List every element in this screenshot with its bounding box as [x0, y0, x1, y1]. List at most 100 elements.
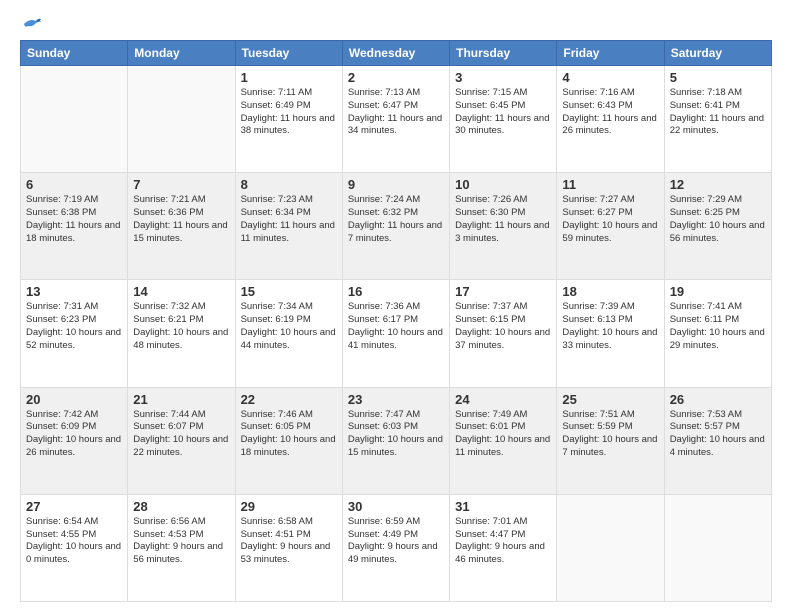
weekday-header-thursday: Thursday [450, 41, 557, 66]
calendar-cell: 16Sunrise: 7:36 AM Sunset: 6:17 PM Dayli… [342, 280, 449, 387]
week-row-3: 20 Sunrise: 7:42 AM Sunset: 6:09 PM Dayli… [21, 387, 772, 494]
day-info: Sunrise: 7:44 AM Sunset: 6:07 PM Dayligh… [133, 409, 229, 460]
logo-bird-icon [22, 16, 42, 32]
day-number: 27 [26, 499, 122, 514]
week-row-4: 27 Sunrise: 6:54 AM Sunset: 4:55 PM Dayli… [21, 494, 772, 601]
calendar-cell: 27 Sunrise: 6:54 AM Sunset: 4:55 PM Dayli… [21, 494, 128, 601]
calendar-cell: 13 Sunrise: 7:31 AM Sunset: 6:23 PM Dayli… [21, 280, 128, 387]
day-number: 7 [133, 177, 229, 192]
week-row-1: 6 Sunrise: 7:19 AM Sunset: 6:38 PM Daylig… [21, 173, 772, 280]
day-info: Sunrise: 6:56 AM Sunset: 4:53 PM Dayligh… [133, 516, 229, 567]
day-number: 29 [241, 499, 337, 514]
day-info: Sunrise: 7:39 AM Sunset: 6:13 PM Dayligh… [562, 301, 658, 352]
day-number: 28 [133, 499, 229, 514]
calendar-cell: 26Sunrise: 7:53 AM Sunset: 5:57 PM Dayli… [664, 387, 771, 494]
weekday-header-saturday: Saturday [664, 41, 771, 66]
day-info: Sunrise: 7:32 AM Sunset: 6:21 PM Dayligh… [133, 301, 229, 352]
day-info: Sunrise: 7:13 AM Sunset: 6:47 PM Dayligh… [348, 87, 444, 138]
weekday-header-sunday: Sunday [21, 41, 128, 66]
header [20, 16, 772, 32]
day-number: 22 [241, 392, 337, 407]
day-info: Sunrise: 6:54 AM Sunset: 4:55 PM Dayligh… [26, 516, 122, 567]
day-info: Sunrise: 7:16 AM Sunset: 6:43 PM Dayligh… [562, 87, 658, 138]
calendar-cell: 7Sunrise: 7:21 AM Sunset: 6:36 PM Daylig… [128, 173, 235, 280]
day-info: Sunrise: 7:15 AM Sunset: 6:45 PM Dayligh… [455, 87, 551, 138]
calendar-cell: 2 Sunrise: 7:13 AM Sunset: 6:47 PM Daylig… [342, 66, 449, 173]
calendar-cell: 29 Sunrise: 6:58 AM Sunset: 4:51 PM Dayli… [235, 494, 342, 601]
day-info: Sunrise: 7:26 AM Sunset: 6:30 PM Dayligh… [455, 194, 551, 245]
calendar-cell: 15 Sunrise: 7:34 AM Sunset: 6:19 PM Dayli… [235, 280, 342, 387]
calendar-cell: 19 Sunrise: 7:41 AM Sunset: 6:11 PM Dayli… [664, 280, 771, 387]
calendar-cell: 17Sunrise: 7:37 AM Sunset: 6:15 PM Dayli… [450, 280, 557, 387]
day-number: 20 [26, 392, 122, 407]
day-info: Sunrise: 7:49 AM Sunset: 6:01 PM Dayligh… [455, 409, 551, 460]
day-info: Sunrise: 7:41 AM Sunset: 6:11 PM Dayligh… [670, 301, 766, 352]
day-number: 23 [348, 392, 444, 407]
weekday-header-wednesday: Wednesday [342, 41, 449, 66]
day-number: 21 [133, 392, 229, 407]
calendar-table: SundayMondayTuesdayWednesdayThursdayFrid… [20, 40, 772, 602]
calendar-cell: 31Sunrise: 7:01 AM Sunset: 4:47 PM Dayli… [450, 494, 557, 601]
day-number: 11 [562, 177, 658, 192]
calendar-cell: 9Sunrise: 7:24 AM Sunset: 6:32 PM Daylig… [342, 173, 449, 280]
weekday-header-monday: Monday [128, 41, 235, 66]
day-number: 9 [348, 177, 444, 192]
day-info: Sunrise: 7:42 AM Sunset: 6:09 PM Dayligh… [26, 409, 122, 460]
day-info: Sunrise: 7:46 AM Sunset: 6:05 PM Dayligh… [241, 409, 337, 460]
day-number: 30 [348, 499, 444, 514]
calendar-cell: 8 Sunrise: 7:23 AM Sunset: 6:34 PM Daylig… [235, 173, 342, 280]
day-number: 2 [348, 70, 444, 85]
day-number: 26 [670, 392, 766, 407]
day-info: Sunrise: 7:23 AM Sunset: 6:34 PM Dayligh… [241, 194, 337, 245]
calendar-cell [21, 66, 128, 173]
day-info: Sunrise: 7:19 AM Sunset: 6:38 PM Dayligh… [26, 194, 122, 245]
logo [20, 16, 42, 32]
calendar-cell: 23Sunrise: 7:47 AM Sunset: 6:03 PM Dayli… [342, 387, 449, 494]
day-info: Sunrise: 7:51 AM Sunset: 5:59 PM Dayligh… [562, 409, 658, 460]
calendar-cell: 3 Sunrise: 7:15 AM Sunset: 6:45 PM Daylig… [450, 66, 557, 173]
calendar-cell: 20 Sunrise: 7:42 AM Sunset: 6:09 PM Dayli… [21, 387, 128, 494]
calendar-cell [664, 494, 771, 601]
day-number: 19 [670, 284, 766, 299]
day-number: 31 [455, 499, 551, 514]
calendar-cell: 22 Sunrise: 7:46 AM Sunset: 6:05 PM Dayli… [235, 387, 342, 494]
calendar-cell: 21 Sunrise: 7:44 AM Sunset: 6:07 PM Dayli… [128, 387, 235, 494]
calendar-cell: 1Sunrise: 7:11 AM Sunset: 6:49 PM Daylig… [235, 66, 342, 173]
day-number: 1 [241, 70, 337, 85]
day-number: 13 [26, 284, 122, 299]
day-number: 4 [562, 70, 658, 85]
calendar-cell: 14Sunrise: 7:32 AM Sunset: 6:21 PM Dayli… [128, 280, 235, 387]
day-info: Sunrise: 7:27 AM Sunset: 6:27 PM Dayligh… [562, 194, 658, 245]
calendar-cell: 12 Sunrise: 7:29 AM Sunset: 6:25 PM Dayli… [664, 173, 771, 280]
day-number: 24 [455, 392, 551, 407]
day-number: 8 [241, 177, 337, 192]
day-number: 15 [241, 284, 337, 299]
day-info: Sunrise: 7:34 AM Sunset: 6:19 PM Dayligh… [241, 301, 337, 352]
day-info: Sunrise: 7:29 AM Sunset: 6:25 PM Dayligh… [670, 194, 766, 245]
day-number: 18 [562, 284, 658, 299]
calendar-page: SundayMondayTuesdayWednesdayThursdayFrid… [0, 0, 792, 612]
day-number: 12 [670, 177, 766, 192]
day-info: Sunrise: 7:31 AM Sunset: 6:23 PM Dayligh… [26, 301, 122, 352]
day-number: 3 [455, 70, 551, 85]
day-number: 10 [455, 177, 551, 192]
day-number: 17 [455, 284, 551, 299]
day-info: Sunrise: 7:18 AM Sunset: 6:41 PM Dayligh… [670, 87, 766, 138]
week-row-0: 1Sunrise: 7:11 AM Sunset: 6:49 PM Daylig… [21, 66, 772, 173]
calendar-cell: 30Sunrise: 6:59 AM Sunset: 4:49 PM Dayli… [342, 494, 449, 601]
calendar-cell: 4 Sunrise: 7:16 AM Sunset: 6:43 PM Daylig… [557, 66, 664, 173]
calendar-cell: 10 Sunrise: 7:26 AM Sunset: 6:30 PM Dayli… [450, 173, 557, 280]
weekday-header-friday: Friday [557, 41, 664, 66]
calendar-cell: 11 Sunrise: 7:27 AM Sunset: 6:27 PM Dayli… [557, 173, 664, 280]
calendar-cell: 18 Sunrise: 7:39 AM Sunset: 6:13 PM Dayli… [557, 280, 664, 387]
calendar-cell: 5Sunrise: 7:18 AM Sunset: 6:41 PM Daylig… [664, 66, 771, 173]
calendar-cell: 6 Sunrise: 7:19 AM Sunset: 6:38 PM Daylig… [21, 173, 128, 280]
calendar-cell [557, 494, 664, 601]
calendar-cell: 28 Sunrise: 6:56 AM Sunset: 4:53 PM Dayli… [128, 494, 235, 601]
calendar-cell [128, 66, 235, 173]
week-row-2: 13 Sunrise: 7:31 AM Sunset: 6:23 PM Dayli… [21, 280, 772, 387]
day-info: Sunrise: 6:58 AM Sunset: 4:51 PM Dayligh… [241, 516, 337, 567]
day-number: 6 [26, 177, 122, 192]
day-number: 25 [562, 392, 658, 407]
weekday-header-row: SundayMondayTuesdayWednesdayThursdayFrid… [21, 41, 772, 66]
